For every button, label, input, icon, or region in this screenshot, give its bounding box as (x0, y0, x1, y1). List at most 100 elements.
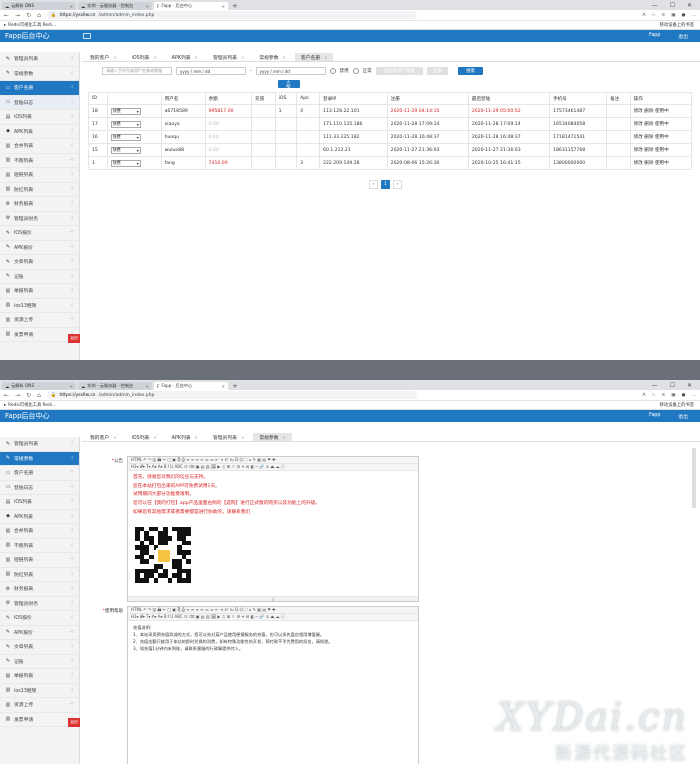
page-tab[interactable]: iOS列表 ✕ (126, 433, 163, 441)
sidebar-item[interactable]: ▥ ios13框架 ‹ (0, 684, 79, 698)
more-icon[interactable]: … (692, 13, 697, 18)
page-scrollbar[interactable] (692, 448, 696, 508)
sidebar-item[interactable]: ▥ 资源上传 ‹ (0, 313, 79, 328)
forward-icon[interactable]: → (15, 392, 20, 399)
date-to-input[interactable]: yyyy / mm / dd (255, 67, 326, 75)
notice-editor[interactable]: HTML ↶ ↷ 🖫 🖨 ✂ ▢ ▣ ⎘ ⎙ ≡ ≡ ≡ ≡ ≔ ≕ ⇤ ⇥ x… (127, 456, 419, 602)
cell-value-ops[interactable]: 修改 删除 使用中 (634, 161, 669, 166)
back-icon[interactable]: ← (4, 12, 9, 19)
radio-banned[interactable] (329, 68, 336, 74)
browser-tab-fapp[interactable]: F Fapp - 后台中心 ✕ (154, 2, 228, 10)
level-all-button[interactable]: 全部 (427, 67, 449, 75)
browser-tab-dns[interactable]: ☁ 云解析 DNS ✕ (2, 2, 76, 10)
logout-link[interactable]: 退出 (678, 413, 688, 420)
close-icon[interactable]: ✕ (153, 435, 156, 440)
level-select[interactable]: 请选择用户等级 (375, 67, 424, 75)
close-icon[interactable]: ✕ (221, 4, 225, 9)
header-user[interactable]: Fapp (649, 33, 660, 40)
sidebar-item[interactable]: ▥ 不跑列表 ‹ (0, 539, 79, 553)
page-button[interactable]: › (393, 180, 402, 189)
sidebar-item[interactable]: ▥ 合并列表 ‹ (0, 139, 79, 154)
avatar[interactable]: ● (682, 13, 686, 18)
sidebar-item[interactable]: ▥ 举报列表 ‹ (0, 284, 79, 299)
sidebar-item[interactable]: ▥ 短链列表 ‹ (0, 168, 79, 183)
tier-select[interactable]: 快费 ▾ (110, 133, 141, 141)
help-editor[interactable]: HTML ↶ ↷ 🖫 🖨 ✂ ▢ ▣ ⎘ ⎙ ≡ ≡ ≡ ≡ ≔ ≕ ⇤ ⇥ x… (127, 606, 419, 764)
radio-normal[interactable] (352, 68, 359, 74)
close-window-icon[interactable]: ✕ (687, 2, 692, 9)
tier-select[interactable]: 快费 ▾ (110, 107, 141, 115)
resize-handle[interactable]: ⇕ (128, 596, 418, 602)
page-tab[interactable]: 常规参数 ✕ (253, 433, 292, 441)
sidebar-item[interactable]: ✎ 文章列表 ‹ (0, 255, 79, 270)
sidebar-item[interactable]: ✎ 记账 ‹ (0, 270, 79, 284)
cell-value-ops[interactable]: 修改 删除 使用中 (634, 148, 669, 153)
collections-icon[interactable]: ▣ (671, 393, 675, 398)
sidebar-item[interactable]: ▥ 防红列表 ‹ (0, 183, 79, 197)
header-user[interactable]: Fapp (649, 413, 660, 420)
url-field[interactable]: 🔒 https://yssllw.cn/admin/admin_index.ph… (46, 11, 417, 19)
sidebar-item[interactable]: ◆ APK列表 ‹ (0, 510, 79, 524)
reading-icon[interactable]: A (642, 13, 645, 18)
reload-icon[interactable]: ↻ (26, 12, 31, 19)
sidebar-item[interactable]: ⚙ 管理员财务 ‹ (0, 597, 79, 611)
home-icon[interactable]: ⌂ (37, 392, 41, 399)
close-icon[interactable]: ✕ (69, 384, 73, 389)
page-button[interactable]: ‹ (369, 180, 378, 189)
maximize-icon[interactable]: ☐ (670, 382, 675, 389)
url-field[interactable]: 🔒 https://yssllw.cn/admin/admin_index.ph… (46, 391, 417, 399)
sidebar-item[interactable]: ✎ APK报价 ‹ (0, 241, 79, 255)
new-tab-icon[interactable]: + (232, 382, 238, 390)
close-icon[interactable]: ✕ (241, 55, 244, 60)
sidebar-item[interactable]: ✎ IOS报价 ‹ (0, 611, 79, 626)
close-icon[interactable]: ✕ (69, 4, 73, 9)
menu-toggle-icon[interactable] (83, 33, 91, 39)
tier-select[interactable]: 快费 ▾ (110, 159, 141, 167)
tier-select[interactable]: 快费 ▾ (110, 146, 141, 154)
search-button[interactable]: 搜索 (458, 67, 484, 75)
sidebar-item[interactable]: ▭ 登陆日志 ‹ (0, 481, 79, 495)
close-icon[interactable]: ✕ (145, 4, 149, 9)
sidebar-item[interactable]: ✎ 文章列表 ‹ (0, 640, 79, 655)
sidebar-item[interactable]: ▥ 短链列表 ‹ (0, 553, 79, 568)
back-icon[interactable]: ← (4, 392, 9, 399)
editor-toolbar[interactable]: HTML ↶ ↷ 🖫 🖨 ✂ ▢ ▣ ⎘ ⎙ ≡ ≡ ≡ ≡ ≔ ≕ ⇤ ⇥ x… (128, 457, 418, 464)
close-icon[interactable]: ✕ (145, 384, 149, 389)
avatar[interactable]: ● (682, 393, 686, 398)
favorites-icon[interactable]: ≡ (662, 393, 666, 398)
editor-toolbar-2[interactable]: H1▾ 𝓕▾ T▾ A▾ A▾ B I U ABC ☷ ⌫ ▣ ▤ ▥ 🖼 ▶ … (128, 464, 418, 471)
sidebar-item[interactable]: ⚙ 财务报表 ‹ (0, 582, 79, 597)
close-icon[interactable]: ✕ (283, 435, 286, 440)
page-tab[interactable]: 常规参数 ✕ (253, 53, 292, 61)
sidebar-item[interactable]: ⚙ 财务报表 ‹ (0, 197, 79, 212)
date-from-input[interactable]: yyyy / mm / dd (176, 67, 246, 75)
mobile-bookmarks[interactable]: 移动设备上的书签 (660, 22, 700, 28)
mobile-bookmarks[interactable]: 移动设备上的书签 (660, 402, 700, 408)
star-icon[interactable]: ☆ (651, 13, 655, 18)
sidebar-item[interactable]: ✎ APK报价 ‹ (0, 626, 79, 640)
bookmark-link[interactable]: Redis可视化工具 Redi... (8, 402, 56, 408)
sidebar-item[interactable]: ▭ 客户名册 ‹ (0, 466, 79, 481)
editor-toolbar-2[interactable]: H1▾ 𝓕▾ T▾ A▾ A▾ B I U ABC ☷ ⌫ ▣ ▤ ▥ 🖼 ▶ … (128, 614, 418, 621)
sidebar-item[interactable]: ✎ 常规参数 ‹ (0, 451, 79, 466)
sidebar-item[interactable]: ⚙ 管理员财务 ‹ (0, 212, 79, 226)
collections-icon[interactable]: ▣ (671, 13, 675, 18)
sidebar-item[interactable]: ▤ iOS列表 ‹ (0, 495, 79, 510)
return-badge[interactable]: 返回 (68, 718, 80, 727)
editor-toolbar[interactable]: HTML ↶ ↷ 🖫 🖨 ✂ ▢ ▣ ⎘ ⎙ ≡ ≡ ≡ ≡ ≔ ≕ ⇤ ⇥ x… (128, 607, 418, 614)
browser-tab-console[interactable]: ☁ 实例 - 云服务器 - 控制台 ✕ (78, 2, 152, 10)
page-tab[interactable]: 我的客户 ✕ (84, 433, 123, 441)
sidebar-item[interactable]: ▥ ios13框架 ‹ (0, 299, 79, 313)
close-icon[interactable]: ✕ (113, 55, 116, 60)
logout-link[interactable]: 退出 (678, 33, 688, 40)
notice-content[interactable]: 首先，感谢您对我们的信任与支持。 您在本站打包出来的APP可免费试用1天。 试用期间… (128, 471, 418, 521)
close-icon[interactable]: ✕ (324, 55, 327, 60)
forward-icon[interactable]: → (15, 12, 20, 19)
page-tab[interactable]: 管理员列表 ✕ (207, 53, 250, 61)
close-icon[interactable]: ✕ (241, 435, 244, 440)
reading-icon[interactable]: A (642, 393, 645, 398)
new-tab-icon[interactable]: + (232, 2, 238, 10)
sidebar-item[interactable]: ◆ APK列表 ‹ (0, 125, 79, 139)
sidebar-item[interactable]: ✎ 管理员列表 ‹ (0, 52, 79, 67)
sidebar-item[interactable]: ▥ 不跑列表 ‹ (0, 154, 79, 168)
